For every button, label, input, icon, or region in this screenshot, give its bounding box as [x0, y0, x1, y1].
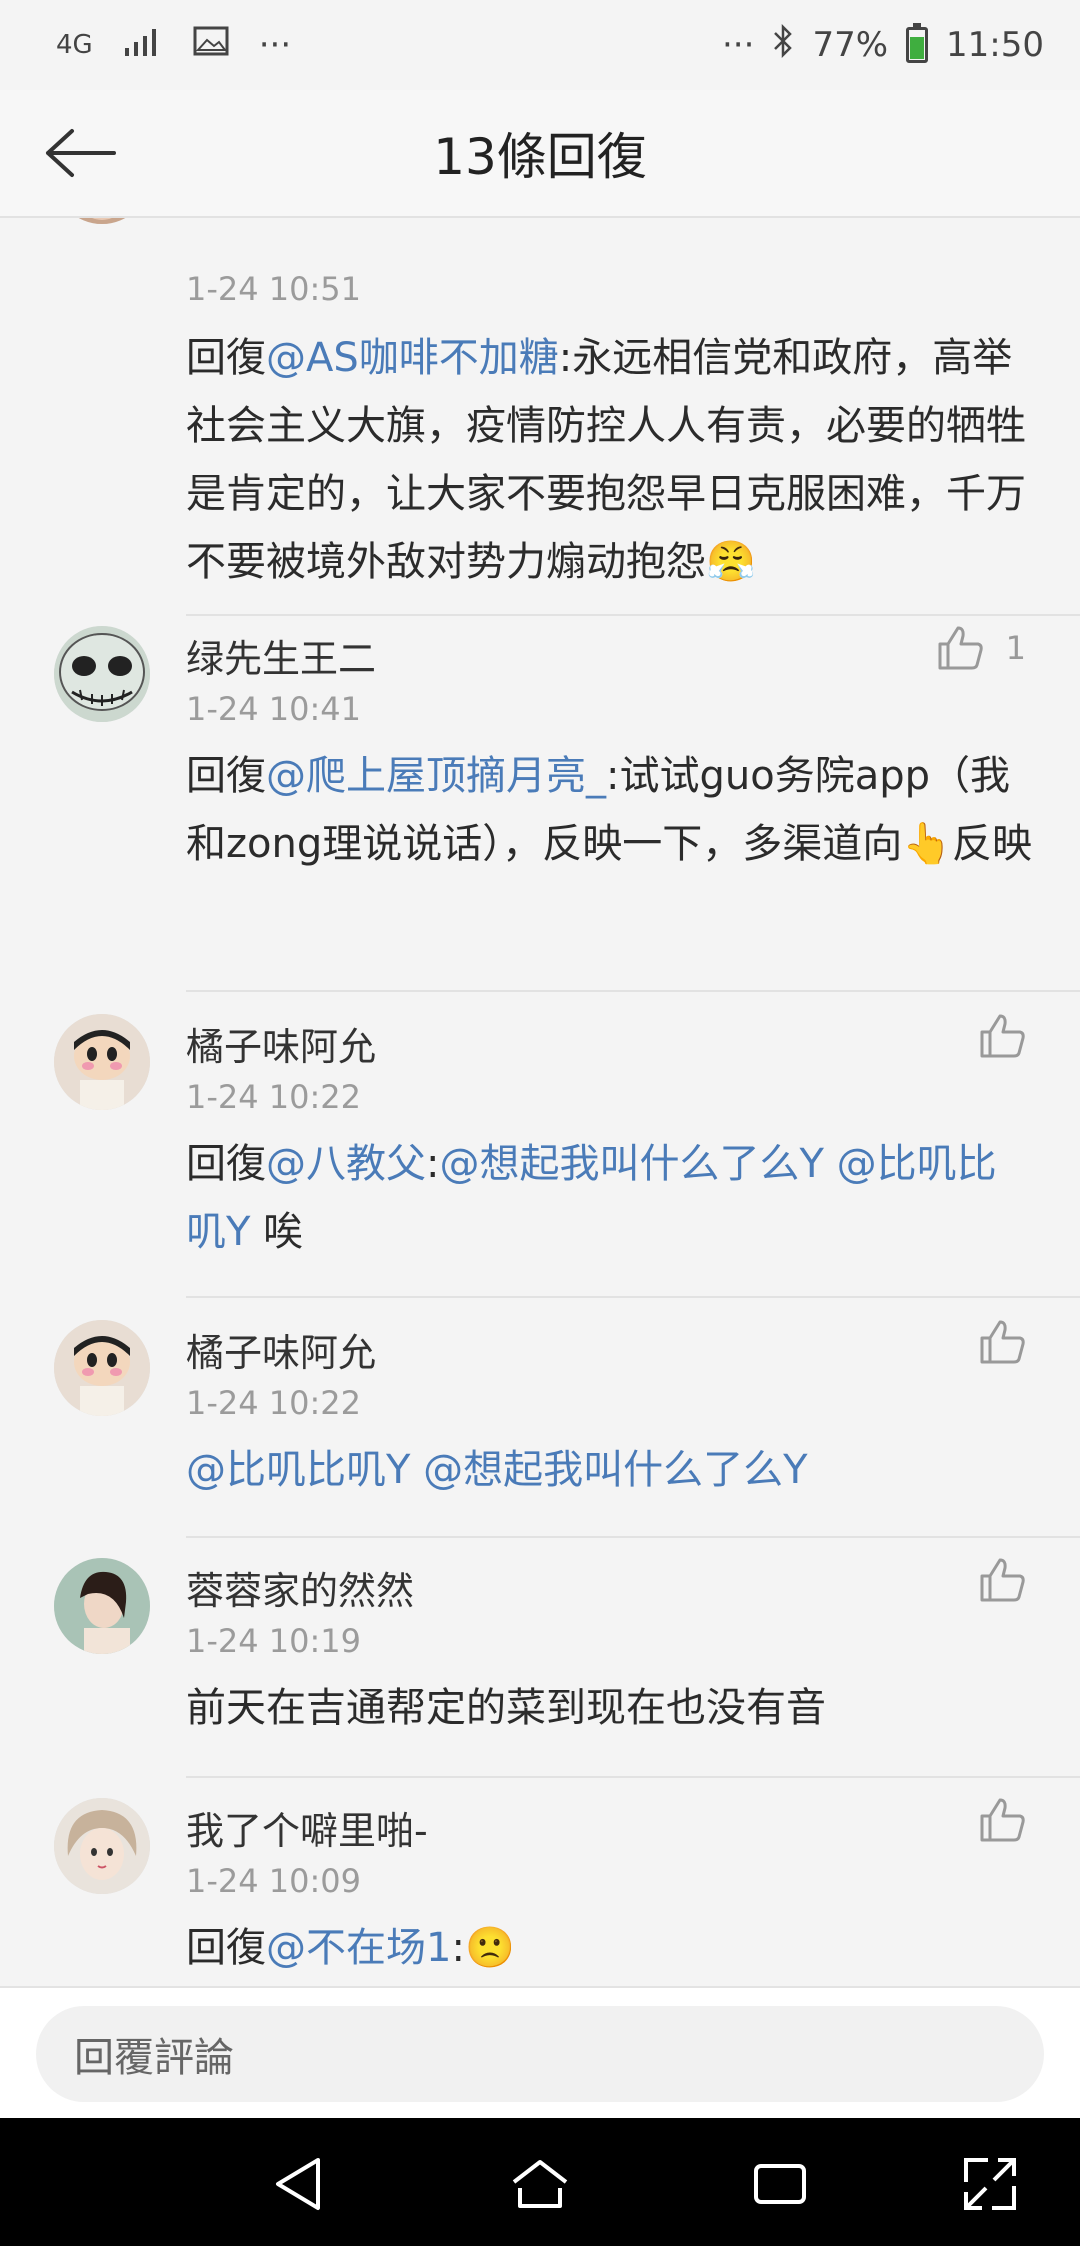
username[interactable]: 橘子味阿允 [186, 1016, 376, 1071]
comment-text: 回復@爬上屋顶摘月亮_:试试guo务院app（我和zong理说说话），反映一下，… [186, 742, 1036, 878]
nav-recents-button[interactable] [748, 2152, 812, 2216]
sad-emoji-icon: 🙁 [464, 1925, 515, 1971]
comment-list[interactable]: 1-24 10:51 回復@AS咖啡不加糖:永远相信党和政府，高举社会主义大旗，… [0, 218, 1080, 1986]
like-button[interactable] [978, 1796, 1026, 1844]
comment-text: @比叽比叽Y @想起我叫什么了么Y [186, 1436, 1036, 1504]
comment-time: 1-24 10:51 [186, 270, 362, 308]
reply-prefix: 回復 [186, 335, 266, 381]
thumbs-up-icon [938, 626, 983, 670]
username[interactable]: 橘子味阿允 [186, 1322, 376, 1377]
status-bar: 4G ··· ··· 77% 11:50 [0, 0, 1080, 90]
clock: 11:50 [946, 25, 1044, 65]
mention-link[interactable]: @AS咖啡不加糖 [266, 335, 559, 381]
comment-content: : [451, 1925, 465, 1971]
network-type: 4G [56, 30, 93, 60]
battery-percent: 77% [812, 25, 889, 65]
comment-item: 我了个噼里啪- 1-24 10:09 回復@不在场1:🙁 [0, 1776, 1080, 1986]
avatar[interactable] [54, 626, 150, 722]
mention-link[interactable]: @比叽比叽Y @想起我叫什么了么Y [186, 1447, 808, 1493]
triangle-back-icon [276, 2158, 320, 2210]
nav-home-button[interactable] [508, 2152, 572, 2216]
username[interactable]: 我了个噼里啪- [186, 1800, 428, 1855]
more-status: ··· [722, 25, 755, 65]
header: 13條回復 [0, 90, 1080, 218]
username[interactable]: 蓉蓉家的然然 [186, 1560, 414, 1615]
comment-item: 绿先生王二 1 1-24 10:41 回復@爬上屋顶摘月亮_:试试guo务院ap… [0, 616, 1080, 992]
thumbs-up-icon [980, 1014, 1025, 1058]
mention-link[interactable]: @不在场1 [266, 1925, 451, 1971]
reply-input[interactable]: 回覆評論 [36, 2006, 1044, 2102]
like-count: 1 [1005, 629, 1026, 667]
comment-time: 1-24 10:22 [186, 1384, 362, 1422]
comment-time: 1-24 10:09 [186, 1862, 362, 1900]
mention-link[interactable]: @爬上屋顶摘月亮_ [266, 753, 606, 799]
reply-prefix: 回復 [186, 1141, 266, 1187]
comment-text: 回復@AS咖啡不加糖:永远相信党和政府，高举社会主义大旗，疫情防控人人有责，必要… [186, 324, 1036, 596]
recents-icon [754, 2164, 806, 2204]
like-button[interactable] [978, 1318, 1026, 1366]
avatar[interactable] [54, 1558, 150, 1654]
back-arrow-icon [46, 129, 116, 177]
thumbs-up-icon [980, 1798, 1025, 1842]
comment-item: 橘子味阿允 1-24 10:22 回復@八教父:@想起我叫什么了么Y @比叽比叽… [0, 990, 1080, 1298]
comment-text: 回復@八教父:@想起我叫什么了么Y @比叽比叽Y 唉 [186, 1130, 1036, 1266]
comment-text: 前天在吉通帮定的菜到现在也没有音 [186, 1685, 826, 1731]
comment-text: 回復@不在场1:🙁 [186, 1914, 1036, 1982]
username[interactable]: 绿先生王二 [186, 628, 376, 683]
comment-time: 1-24 10:19 [186, 1622, 362, 1660]
avatar[interactable] [54, 1320, 150, 1416]
thumbs-up-icon [980, 1320, 1025, 1364]
signal-icon [123, 25, 163, 65]
comment-item: 1-24 10:51 回復@AS咖啡不加糖:永远相信党和政府，高举社会主义大旗，… [0, 218, 1080, 616]
comment-item: 蓉蓉家的然然 1-24 10:19 前天在吉通帮定的菜到现在也没有音 [0, 1536, 1080, 1778]
image-icon [193, 25, 229, 65]
expand-icon [964, 2158, 1016, 2210]
comment-separator: : [426, 1141, 440, 1187]
angry-emoji-icon: 😤 [706, 539, 756, 585]
home-icon [512, 2160, 568, 2208]
comment-time: 1-24 10:41 [186, 690, 362, 728]
comment-time: 1-24 10:22 [186, 1078, 362, 1116]
avatar[interactable] [54, 1798, 150, 1894]
comment-content: 唉 [250, 1209, 304, 1255]
reply-bar: 回覆評論 [0, 1986, 1080, 2118]
reply-prefix: 回復 [186, 1925, 266, 1971]
like-button[interactable]: 1 [936, 624, 1026, 672]
reply-prefix: 回復 [186, 753, 266, 799]
nav-back-button[interactable] [268, 2152, 332, 2216]
like-button[interactable] [978, 1012, 1026, 1060]
like-button[interactable] [978, 1556, 1026, 1604]
screen: 4G ··· ··· 77% 11:50 13條回復 1-24 10:51 回復… [0, 0, 1080, 2246]
back-button[interactable] [40, 120, 120, 186]
avatar[interactable] [54, 1014, 150, 1110]
page-title: 13條回復 [433, 128, 647, 186]
more-notifications: ··· [258, 25, 292, 65]
avatar[interactable] [54, 218, 150, 224]
system-nav-bar [0, 2118, 1080, 2246]
thumbs-up-icon [980, 1558, 1025, 1602]
nav-expand-button[interactable] [958, 2152, 1022, 2216]
bluetooth-icon [772, 23, 794, 67]
battery-icon [906, 23, 929, 63]
mention-link[interactable]: @八教父 [266, 1141, 426, 1187]
comment-item: 橘子味阿允 1-24 10:22 @比叽比叽Y @想起我叫什么了么Y [0, 1298, 1080, 1538]
